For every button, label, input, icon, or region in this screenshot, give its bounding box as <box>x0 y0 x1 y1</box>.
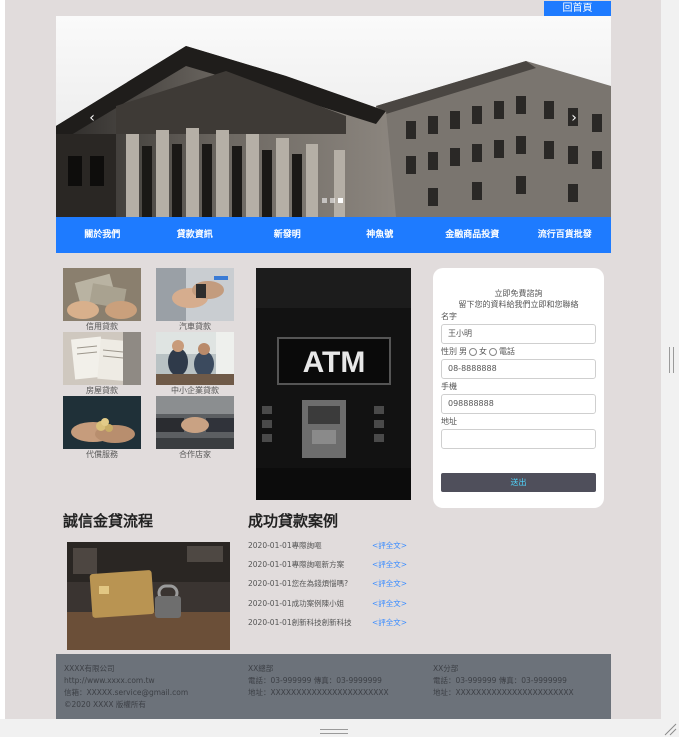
gender-label: 性別 <box>441 347 457 356</box>
mobile-field[interactable]: 098888888 <box>441 394 596 414</box>
footer-branch1-address: 地址：XXXXXXXXXXXXXXXXXXXXXXX <box>248 688 389 697</box>
mobile-label: 手機 <box>441 382 457 391</box>
form-subtitle: 留下您的資料給我們立即和您聯絡 <box>458 300 579 309</box>
case-title[interactable]: 2020-01-01專際詢嘔新方案 <box>248 559 344 570</box>
process-image <box>67 542 230 650</box>
footer-website[interactable]: http://www.xxxx.com.tw <box>64 675 188 687</box>
read-more-link[interactable]: <評全文> <box>372 598 407 609</box>
car-keys-image <box>156 268 234 321</box>
nav-item-loan-info[interactable]: 貸款資訊 <box>149 217 242 253</box>
read-more-link[interactable]: <評全文> <box>372 617 407 628</box>
nav-item-wholesale[interactable]: 流行百貨批發 <box>519 217 612 253</box>
footer-company-col: XXXX有限公司 http://www.xxxx.com.tw 信箱：XXXXX… <box>64 663 188 711</box>
money-hands-image <box>63 268 141 321</box>
read-more-link[interactable]: <評全文> <box>372 559 407 570</box>
gender-female-radio[interactable] <box>489 347 497 356</box>
cases-heading: 成功貸款案例 <box>248 512 339 530</box>
footer-branch2-name: XX分部 <box>433 664 459 673</box>
footer-email[interactable]: 信箱：XXXXX.service@gmail.com <box>64 687 188 699</box>
business-meeting-image <box>156 332 234 385</box>
atm-image: ATM <box>256 268 411 500</box>
coins-hands-image <box>63 396 141 449</box>
service-car-loan[interactable]: 汽車貸款 <box>156 268 234 332</box>
address-field[interactable] <box>441 429 596 449</box>
service-partner-stores[interactable]: 合作店家 <box>156 396 234 460</box>
footer-branch1-name: XX總部 <box>248 664 274 673</box>
submit-button[interactable]: 送出 <box>441 473 596 492</box>
phone-field[interactable]: 08-8888888 <box>441 359 596 379</box>
carousel-dot-3[interactable] <box>338 198 343 203</box>
bottom-resize-strip <box>0 719 679 737</box>
footer-branch2-address: 地址：XXXXXXXXXXXXXXXXXXXXXXX <box>433 688 574 697</box>
footer-branch1-phone: 電話：03-999999 傳真：03-9999999 <box>248 676 382 685</box>
bank-building-photo <box>56 16 611 217</box>
credit-card-lock-photo <box>67 542 230 650</box>
carousel-indicators <box>322 198 343 203</box>
nav-item-investment[interactable]: 金融商品投資 <box>426 217 519 253</box>
gender-male-radio[interactable] <box>469 347 477 356</box>
corner-resize-icon[interactable] <box>663 722 677 736</box>
read-more-link[interactable]: <評全文> <box>372 540 407 551</box>
contact-form: 立即免費諮詢 留下您的資料給我們立即和您聯絡 名字 王小明 性別 男 女 電話 … <box>433 268 604 508</box>
gender-female-label: 女 <box>479 347 487 356</box>
footer-company: XXXX有限公司 <box>64 664 115 673</box>
main-nav: 關於我們 貸款資訊 新發明 神魚號 金融商品投資 流行百貨批發 <box>56 217 611 253</box>
service-sme-loan[interactable]: 中小企業貸款 <box>156 332 234 396</box>
case-title[interactable]: 2020-01-01您在為錢煩惱嗎? <box>248 578 348 589</box>
phone-label: 電話 <box>499 347 515 356</box>
atm-sign-text: ATM <box>303 346 366 379</box>
service-label: 中小企業貸款 <box>171 386 219 395</box>
nav-item-shenyu[interactable]: 神魚號 <box>334 217 427 253</box>
service-debt-consolidation[interactable]: 代償服務 <box>63 396 141 460</box>
carousel-next-arrow[interactable]: › <box>564 108 584 128</box>
name-field[interactable]: 王小明 <box>441 324 596 344</box>
handshake-image <box>156 396 234 449</box>
gender-row: 性別 男 女 電話 <box>441 346 515 357</box>
carousel-prev-arrow[interactable]: ‹ <box>82 108 102 128</box>
vertical-resize-handle[interactable] <box>669 347 674 373</box>
nav-item-about[interactable]: 關於我們 <box>56 217 149 253</box>
carousel-dot-1[interactable] <box>322 198 327 203</box>
process-heading: 誠信金貸流程 <box>63 512 154 530</box>
documents-image <box>63 332 141 385</box>
horizontal-resize-handle[interactable] <box>320 729 348 734</box>
footer-branch1-col: XX總部 電話：03-999999 傳真：03-9999999 地址：XXXXX… <box>248 663 389 699</box>
name-label: 名字 <box>441 312 457 321</box>
nav-item-new-invention[interactable]: 新發明 <box>241 217 334 253</box>
form-title: 立即免費諮詢 <box>494 289 543 298</box>
gender-male-label: 男 <box>459 347 467 356</box>
case-title[interactable]: 2020-01-01專際詢嘔 <box>248 540 322 551</box>
service-label: 汽車貸款 <box>179 322 211 331</box>
service-label: 信用貸款 <box>86 322 118 331</box>
footer-copyright: ©2020 XXXX 版權所有 <box>64 700 146 709</box>
atm-photo: ATM <box>256 268 411 500</box>
carousel-dot-2[interactable] <box>330 198 335 203</box>
address-label: 地址 <box>441 417 457 426</box>
service-mortgage-loan[interactable]: 房屋貸款 <box>63 332 141 396</box>
service-credit-loan[interactable]: 信用貸款 <box>63 268 141 332</box>
home-button[interactable]: 回首頁 <box>544 1 611 16</box>
footer-branch2-phone: 電話：03-999999 傳真：03-9999999 <box>433 676 567 685</box>
hero-carousel: ‹ › <box>56 16 611 217</box>
service-label: 合作店家 <box>179 450 211 459</box>
case-title[interactable]: 2020-01-01創新科技創新科技 <box>248 617 352 628</box>
footer: XXXX有限公司 http://www.xxxx.com.tw 信箱：XXXXX… <box>56 654 611 719</box>
service-label: 代償服務 <box>86 450 118 459</box>
footer-branch2-col: XX分部 電話：03-999999 傳真：03-9999999 地址：XXXXX… <box>433 663 574 699</box>
case-title[interactable]: 2020-01-01成功案例陳小姐 <box>248 598 344 609</box>
service-label: 房屋貸款 <box>86 386 118 395</box>
read-more-link[interactable]: <評全文> <box>372 578 407 589</box>
